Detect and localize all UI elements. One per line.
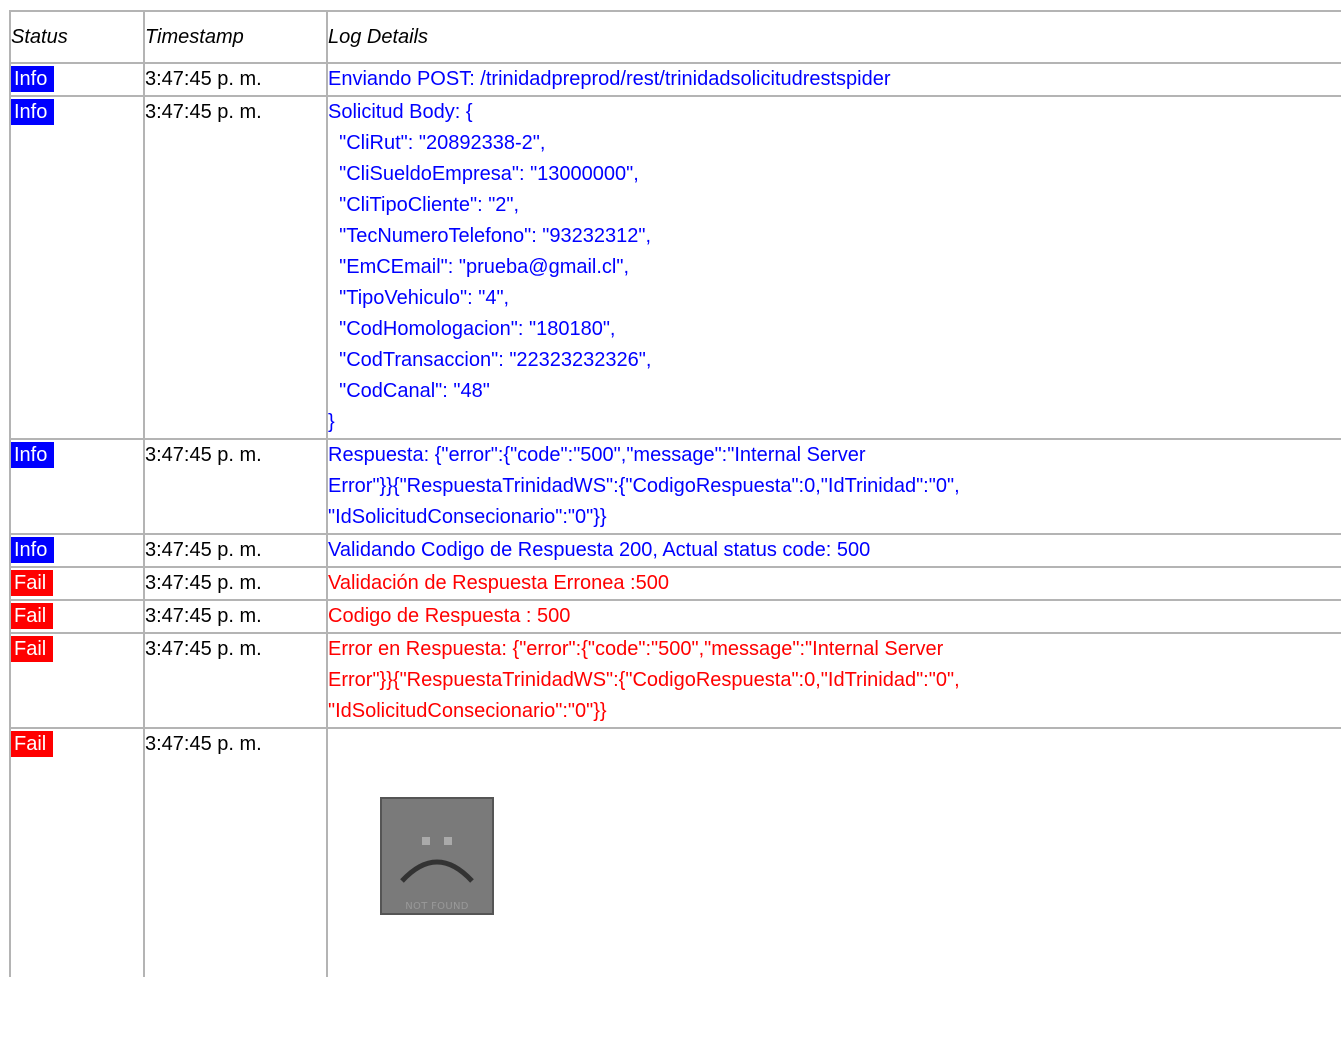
timestamp-cell: 3:47:45 p. m. (143, 62, 328, 97)
header-row: Status Timestamp Log Details (9, 10, 1341, 64)
column-header-log-details[interactable]: Log Details (326, 10, 1341, 64)
timestamp-cell: 3:47:45 p. m. (143, 438, 328, 535)
log-details-cell: Validando Codigo de Respuesta 200, Actua… (326, 533, 1341, 568)
log-row: Info 3:47:45 p. m. Validando Codigo de R… (9, 533, 1341, 568)
log-details-cell: Error en Respuesta: {"error":{"code":"50… (326, 632, 1341, 729)
log-details-cell: Solicitud Body: { "CliRut": "20892338-2"… (326, 95, 1341, 440)
status-badge: Info (11, 66, 55, 92)
timestamp-cell: 3:47:45 p. m. (143, 727, 328, 977)
timestamp-cell: 3:47:45 p. m. (143, 632, 328, 729)
status-cell: Info (9, 533, 145, 568)
log-details-cell: Enviando POST: /trinidadpreprod/rest/tri… (326, 62, 1341, 97)
log-details-cell: Codigo de Respuesta : 500 (326, 599, 1341, 634)
status-cell: Fail (9, 727, 145, 977)
status-cell: Info (9, 95, 145, 440)
log-row: Info 3:47:45 p. m. Solicitud Body: { "Cl… (9, 95, 1341, 440)
log-row: Fail 3:47:45 p. m. Codigo de Respuesta :… (9, 599, 1341, 634)
log-details-cell: NOT FOUND (326, 727, 1341, 977)
status-cell: Info (9, 62, 145, 97)
column-header-status[interactable]: Status (9, 10, 145, 64)
log-row: Fail 3:47:45 p. m. NOT FOUND (9, 727, 1341, 977)
timestamp-cell: 3:47:45 p. m. (143, 599, 328, 634)
sad-face-icon (382, 799, 492, 913)
status-badge: Fail (11, 636, 54, 662)
not-found-image-icon[interactable]: NOT FOUND (380, 797, 494, 915)
log-row: Info 3:47:45 p. m. Enviando POST: /trini… (9, 62, 1341, 97)
log-details-cell: Respuesta: {"error":{"code":"500","messa… (326, 438, 1341, 535)
timestamp-cell: 3:47:45 p. m. (143, 566, 328, 601)
not-found-label: NOT FOUND (405, 901, 469, 912)
status-badge: Info (11, 99, 55, 125)
log-row: Fail 3:47:45 p. m. Validación de Respues… (9, 566, 1341, 601)
status-badge: Fail (11, 570, 54, 596)
status-cell: Fail (9, 566, 145, 601)
status-badge: Fail (11, 603, 54, 629)
log-row: Info 3:47:45 p. m. Respuesta: {"error":{… (9, 438, 1341, 535)
log-rows: Info 3:47:45 p. m. Enviando POST: /trini… (9, 62, 1341, 977)
status-cell: Fail (9, 632, 145, 729)
timestamp-cell: 3:47:45 p. m. (143, 533, 328, 568)
status-badge: Fail (11, 731, 54, 757)
log-table: Status Timestamp Log Details Info 3:47:4… (9, 10, 1341, 977)
status-badge: Info (11, 537, 55, 563)
column-header-timestamp[interactable]: Timestamp (143, 10, 328, 64)
status-badge: Info (11, 442, 55, 468)
timestamp-cell: 3:47:45 p. m. (143, 95, 328, 440)
log-details-cell: Validación de Respuesta Erronea :500 (326, 566, 1341, 601)
status-cell: Fail (9, 599, 145, 634)
log-row: Fail 3:47:45 p. m. Error en Respuesta: {… (9, 632, 1341, 729)
status-cell: Info (9, 438, 145, 535)
